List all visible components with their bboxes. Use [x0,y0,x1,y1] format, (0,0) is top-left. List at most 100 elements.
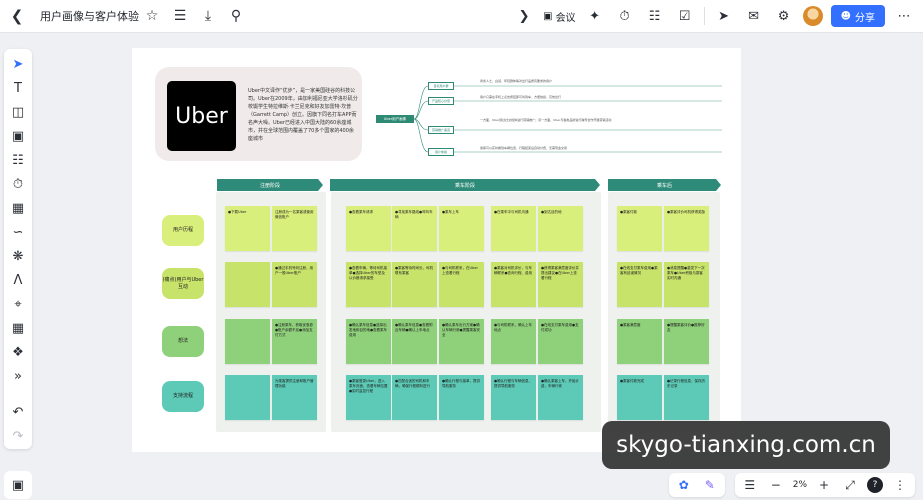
sticky-note[interactable]: ●提醒乘客评价●推荐好友 [664,319,709,364]
ai-pen-icon[interactable]: ✎ [701,476,719,494]
undo-icon[interactable]: ↶ [7,402,29,422]
row-label[interactable]: 支持流程 [162,381,204,412]
select-tool-icon[interactable]: ➤ [7,54,29,74]
sticky-note[interactable]: 为乘客提供注册和账户管理功能 [272,375,317,420]
components-tool-icon[interactable]: ❖ [7,342,29,362]
minimap-toggle-icon[interactable]: ▣ [4,471,32,499]
search-icon[interactable]: ⚲ [226,4,246,28]
more-icon[interactable]: ⋯ [893,5,915,27]
star-icon[interactable]: ☆ [142,4,162,28]
sticky-note[interactable]: ●寻找乘车路线●呼叫车辆 [392,206,437,251]
sticky-note[interactable]: ●乘客登录Uber，进入乘车页面，查看车辆位置●实时监控行程 [346,375,391,420]
view-controls: ☰ − 2% + ⤢ ? ⋮ [734,473,915,497]
mindmap-node[interactable]: 营销推广渠道 [428,126,454,134]
ai-draw-icon[interactable]: ❋ [7,246,29,266]
row-label[interactable]: 用户历程 [162,215,204,246]
kanban-tool-icon[interactable]: ▦ [7,198,29,218]
comment-icon[interactable]: ✉ [743,5,765,27]
sticky-note[interactable]: ●确认乘客上车，开始计费，车辆行驶 [538,375,583,420]
cursor-follow-icon[interactable]: ➤ [713,5,735,27]
mindmap-node[interactable]: 用户体验 [428,148,454,156]
help-icon[interactable]: ? [867,477,883,493]
sticky-note[interactable]: ●查看乘车请求 [346,206,391,251]
sticky-note[interactable]: ●获得乘客满意度评价并提出建议●在Uber上查看行程 [538,262,583,307]
sticky-note[interactable]: ●确认乘车出行方案●确认车辆行驶●提醒乘客安全 [439,319,484,364]
sticky-note[interactable]: ●确认行程与车辆信息，提供导航服务 [491,375,536,420]
uber-logo: Uber [167,81,236,151]
back-icon[interactable]: ❮ [6,5,28,27]
zoom-level[interactable]: 2% [793,480,807,490]
sticky-note[interactable]: ●在乘车中与司机沟通 [491,206,536,251]
redo-icon[interactable]: ↷ [7,426,29,446]
frame-tool-icon[interactable]: ◫ [7,102,29,122]
sticky-note[interactable]: ●查看车辆，等待司机接单●选择Uber的车型及以价格请求接受 [346,262,391,307]
mindmap-root[interactable]: Uber用户画像 [376,115,414,123]
sticky-note[interactable]: ●确认行程与接单，提供导航服务 [439,375,484,420]
sticky-note[interactable]: ●乘客等待时间长，司机联系乘客 [392,262,437,307]
sticky-note[interactable]: ●消息提醒●激发下一次乘车●Uber积极与乘客实时沟通 [664,262,709,307]
sticky-note[interactable]: ●在线支付乘车费用●乘客有延误情况 [617,262,662,307]
sticky-note[interactable]: ●到达目的地 [538,206,583,251]
zoom-out-icon[interactable]: − [767,476,785,494]
sticky-note[interactable] [225,262,270,307]
sticky-note[interactable]: ●乘车上车 [439,206,484,251]
sticky-note[interactable]: ●与司机联系，在Uber上查看行程 [439,262,484,307]
sticky-note[interactable]: ●通过手机号码注册，用户一般Uber账户 [272,262,317,307]
text-tool-icon[interactable]: T [7,78,29,98]
connector-tool-icon[interactable]: ∽ [7,222,29,242]
more-options-icon[interactable]: ⋮ [891,476,909,494]
timer-icon[interactable]: ⏱ [614,5,636,27]
zoom-in-icon[interactable]: + [815,476,833,494]
sticky-note[interactable]: ●确认乘车信息●查看附近车辆●确认上车地点 [392,319,437,364]
sticky-note[interactable]: ●乘客付款 [617,206,662,251]
sticky-note-icon[interactable]: ▣ [7,126,29,146]
download-icon[interactable]: ⤓ [198,4,218,28]
org-chart-icon[interactable]: ☷ [644,5,666,27]
sticky-note[interactable]: ●在线支付乘车费用●支付成功 [538,319,583,364]
mindmap-node[interactable]: 目标用户群 [428,82,454,90]
left-toolbar: ➤ T ◫ ▣ ☷ ⏱ ▦ ∽ ❋ Λ ⌖ ▦ ❖ » ↶ ↷ [4,49,32,449]
row-label[interactable]: (痛点)用户与Uber互动 [162,268,204,299]
phase-header[interactable]: 注册阶段 [217,179,323,191]
video-icon: ▣ [543,10,553,22]
row-label[interactable]: 想法 [162,326,204,357]
pen-tool-icon[interactable]: Λ [7,270,29,290]
sticky-note[interactable]: ●乘客对司机评价，与车辆联系●查询行程、费用 [491,262,536,307]
sticky-note[interactable]: ●与司机联系，确认上车地点 [491,319,536,364]
avatar[interactable] [802,6,823,26]
sticky-note[interactable] [225,375,270,420]
mindmap-tool-icon[interactable]: ☷ [7,150,29,170]
fit-screen-icon[interactable]: ⤢ [841,476,859,494]
mindmap-node[interactable]: 产品核心价值 [428,97,454,105]
sticky-note[interactable]: ●下载Uber [225,206,270,251]
document-title[interactable]: 用户画像与客户体验 [40,8,139,24]
timer-tool-icon[interactable]: ⏱ [7,174,29,194]
share-button[interactable]: ☻ 分享 [830,5,885,27]
sticky-note[interactable]: 注册成为一名乘客或使用微信账户 [272,206,317,251]
ai-group: ✿ ✎ [668,473,725,497]
meeting-button[interactable]: ▣ 会议 [543,9,575,24]
more-tools-icon[interactable]: » [7,366,29,386]
phase-header[interactable]: 乘车后 [608,179,721,191]
ai-assistant-icon[interactable]: ✿ [675,476,693,494]
sticky-note[interactable]: ●乘客满意度 [617,319,662,364]
chevron-right-icon[interactable]: ❯ [513,5,535,27]
phase-header[interactable]: 乘车阶段 [330,179,600,191]
sticky-note[interactable]: ●确认乘车信息●选择出发地和目的地●查看乘车费用 [346,319,391,364]
menu-icon[interactable]: ☰ [170,4,190,28]
sticky-note[interactable] [225,319,270,364]
crop-frame-icon[interactable]: ⌖ [7,294,29,314]
magic-wand-icon[interactable]: ✦ [584,5,606,27]
sticky-note[interactable]: ●乘客评价司机获得奖励 [664,206,709,251]
sticky-note[interactable]: ●注册乘车，获取优惠券●账户余额不足●添加支付方式 [272,319,317,364]
sticky-note[interactable]: ●记录行程信息，保存历史记录 [664,375,709,420]
table-tool-icon[interactable]: ▦ [7,318,29,338]
calendar-check-icon[interactable]: ☑ [674,5,696,27]
watermark: skygo-tianxing.com.cn [602,421,890,469]
map-icon[interactable]: ☰ [741,476,759,494]
sticky-note[interactable]: ●匹配合适的司机和车辆，确保行程顺利进行 [392,375,437,420]
notification-icon[interactable]: ⚙ [773,5,795,27]
top-bar: ❮ 用户画像与客户体验 ☆ ☰ ⤓ ⚲ ❯ ▣ 会议 ✦ ⏱ ☷ ☑ ➤ ✉ ⚙… [0,0,923,33]
user-add-icon: ☻ [840,10,851,22]
sticky-note[interactable]: ●乘客付款完成 [617,375,662,420]
